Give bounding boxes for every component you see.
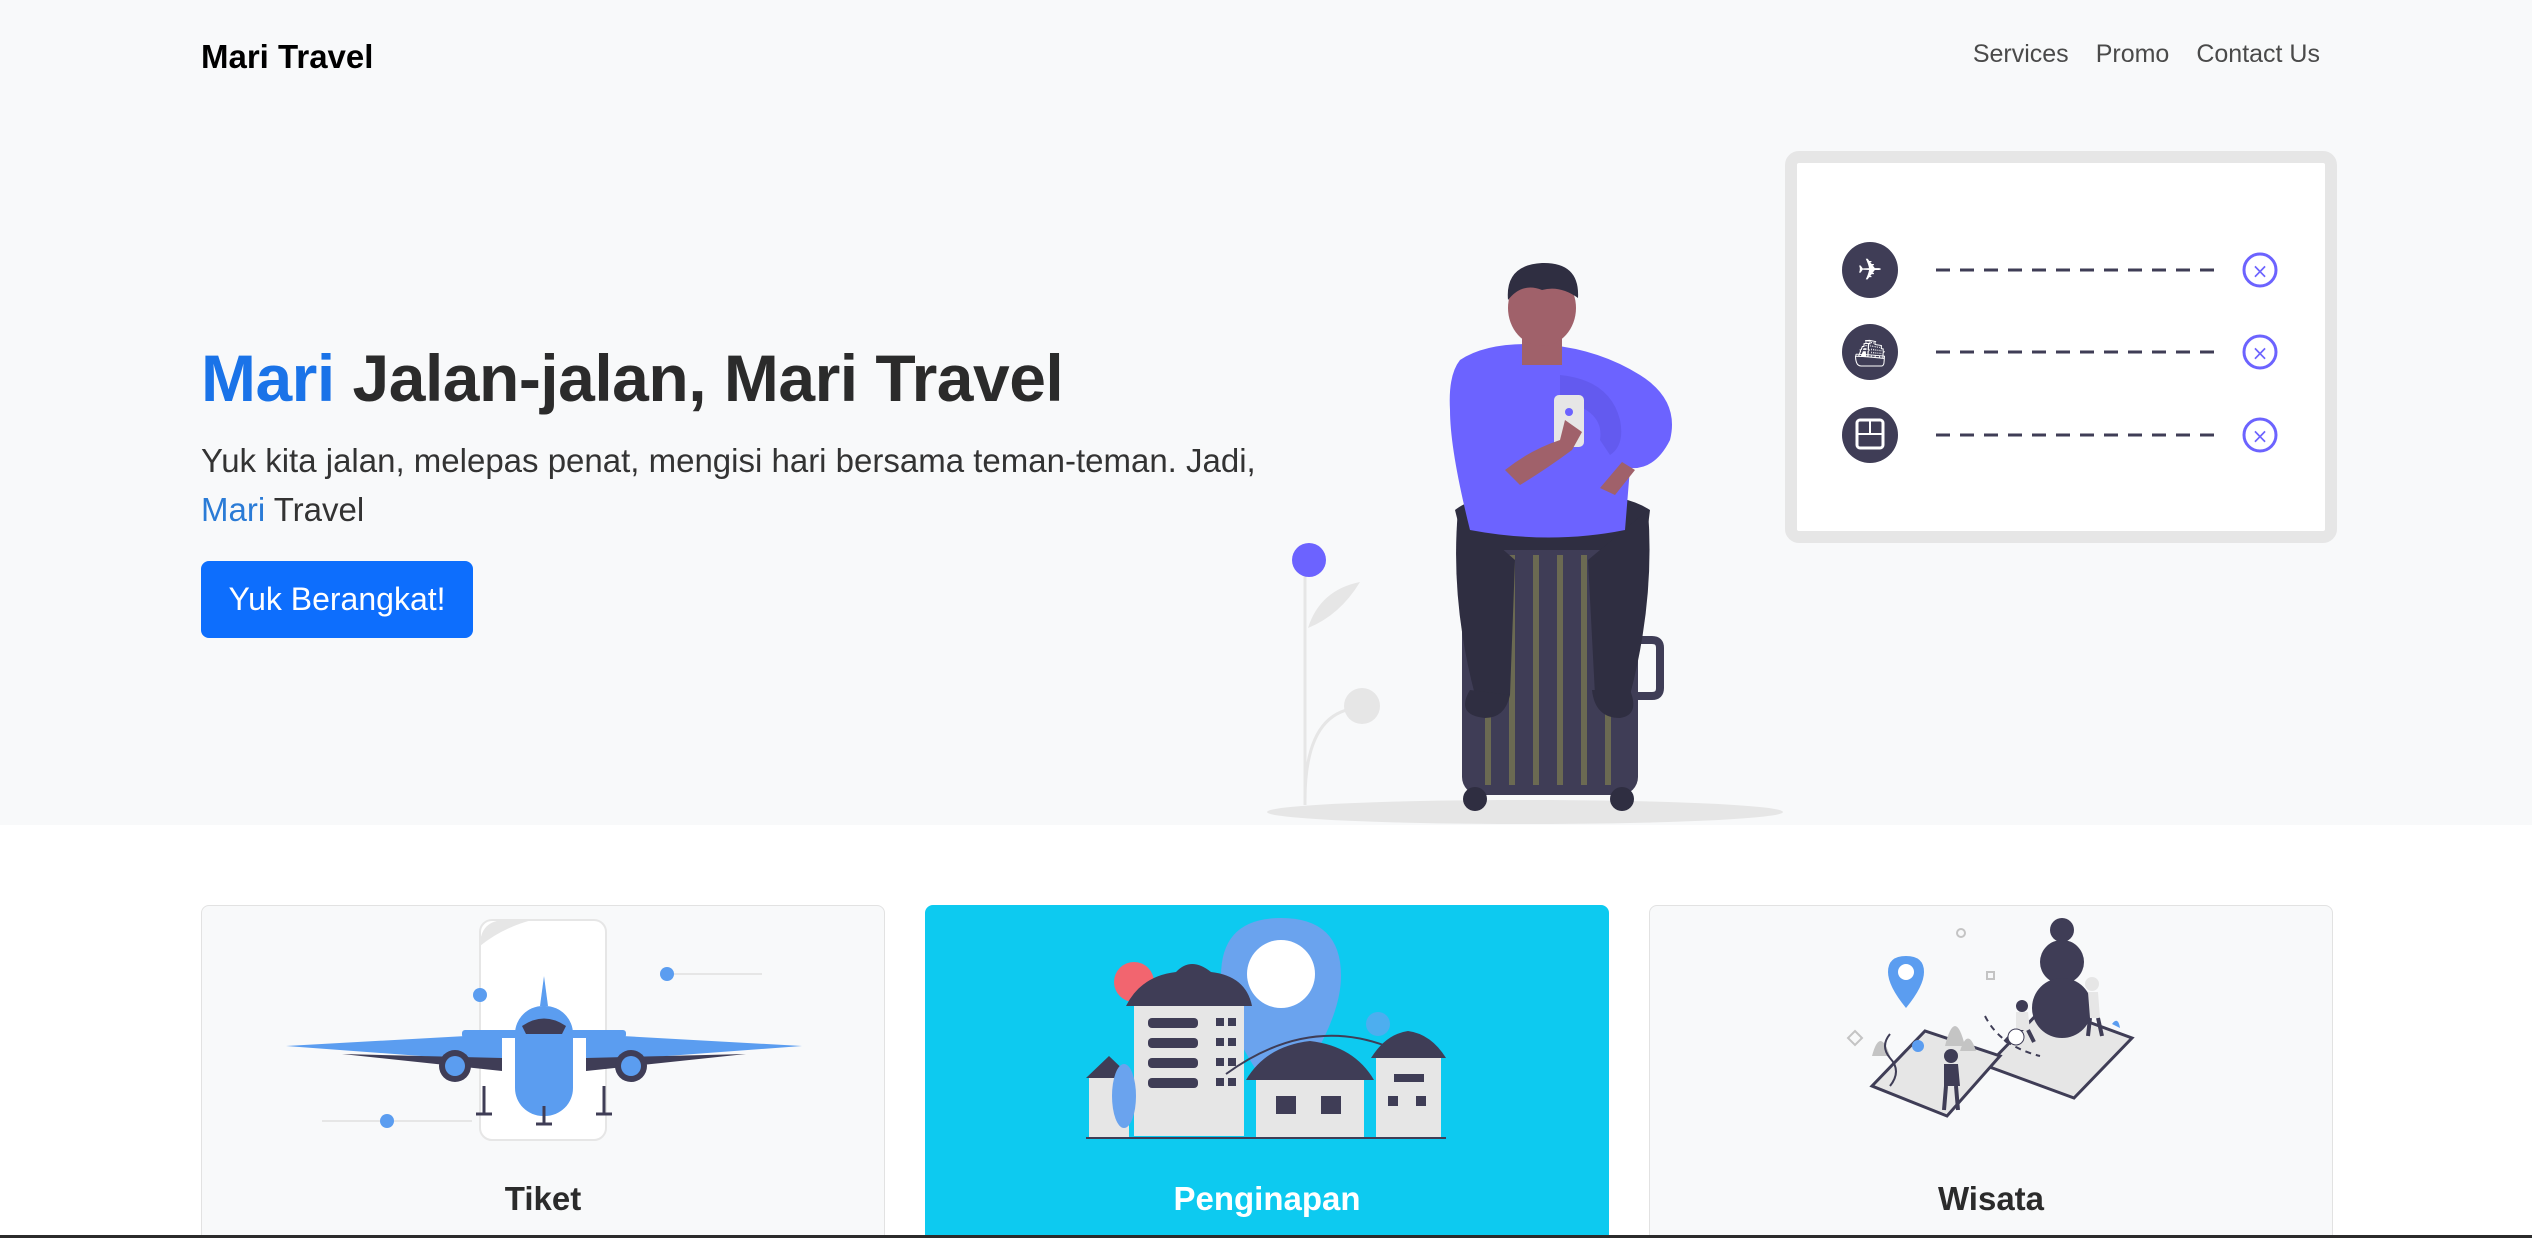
- close-icon: ×: [2252, 259, 2269, 283]
- service-card-wisata[interactable]: Wisata: [1649, 905, 2333, 1238]
- main-nav: Services Promo Contact Us: [1973, 40, 2320, 69]
- airplane-icon: ✈: [1857, 253, 1882, 288]
- nav-item-promo[interactable]: Promo: [2096, 40, 2170, 69]
- traveler-illustration: ✈ × ⛴ × ×: [1267, 151, 2337, 824]
- plant-decoration: [1292, 543, 1380, 805]
- hero-title-rest: Jalan-jalan, Mari Travel: [334, 341, 1064, 415]
- service-card-tiket[interactable]: Tiket: [201, 905, 885, 1238]
- service-card-label: Wisata: [1937, 1180, 2045, 1217]
- hero-subtitle-suffix: Travel: [265, 491, 365, 528]
- brand-logo[interactable]: Mari Travel: [201, 38, 373, 76]
- nav-item-services[interactable]: Services: [1973, 40, 2069, 69]
- hero-title: Mari Jalan-jalan, Mari Travel: [201, 340, 1064, 416]
- cta-button[interactable]: Yuk Berangkat!: [201, 561, 473, 638]
- close-icon: ×: [2252, 341, 2269, 365]
- service-card-label: Penginapan: [1173, 1180, 1361, 1217]
- hero-subtitle-highlight: Mari: [201, 491, 266, 528]
- close-icon: ×: [2252, 424, 2269, 448]
- ship-icon: ⛴: [1853, 339, 1886, 369]
- service-card-penginapan[interactable]: Penginapan: [925, 905, 1609, 1238]
- ground-shadow: [1267, 800, 1783, 824]
- service-card-label: Tiket: [504, 1180, 582, 1217]
- hotel-illustration: [1086, 918, 1446, 1139]
- itinerary-board: ✈ × ⛴ × ×: [1785, 151, 2337, 543]
- nav-item-contact-us[interactable]: Contact Us: [2196, 40, 2320, 69]
- airplane-illustration: [286, 919, 802, 1141]
- hero-subtitle-prefix: Yuk kita jalan, melepas penat, mengisi h…: [201, 442, 1256, 479]
- hero-title-highlight: Mari: [201, 341, 335, 415]
- tourism-illustration: [1846, 918, 2135, 1118]
- hero-subtitle: Yuk kita jalan, melepas penat, mengisi h…: [201, 436, 1281, 534]
